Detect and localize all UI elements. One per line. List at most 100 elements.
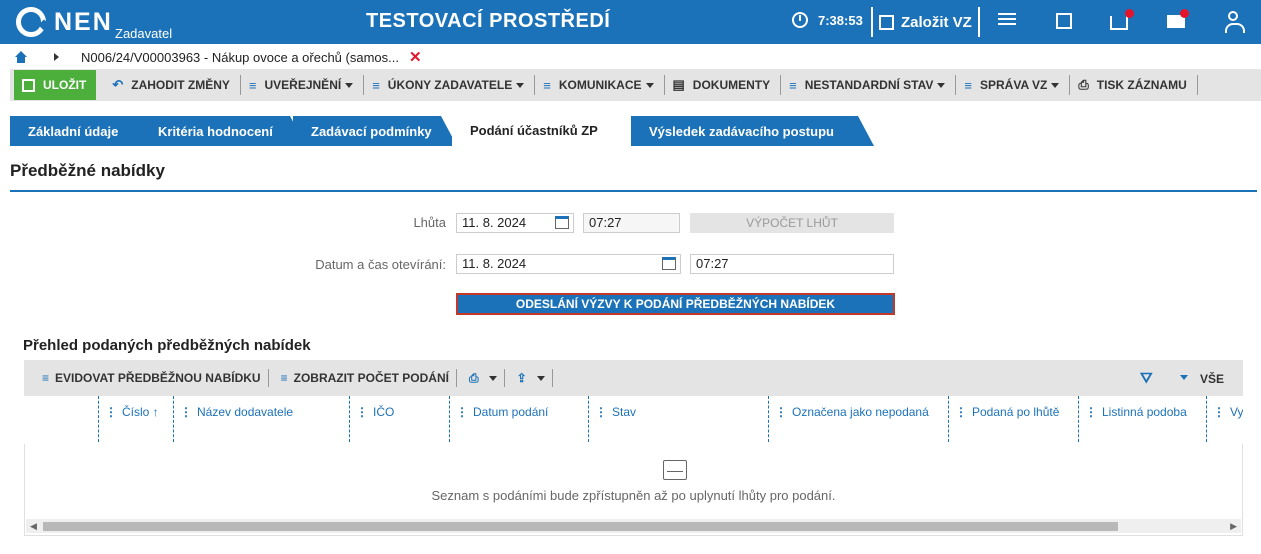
scroll-right-icon[interactable]: ▶: [1230, 521, 1237, 532]
top-bar: NEN Zadavatel TESTOVACÍ PROSTŘEDÍ 7:38:5…: [0, 0, 1261, 44]
actions-menu[interactable]: ≡ ÚKONY ZADAVATELE: [364, 75, 536, 95]
opening-time-field[interactable]: 07:27: [690, 254, 894, 274]
caret-down-icon: [488, 375, 497, 381]
printer-icon: ⎙: [468, 370, 479, 385]
deadline-label: Lhůta: [413, 215, 446, 230]
export-menu[interactable]: ⇪: [505, 369, 553, 387]
session-clock: 7:38:53: [792, 12, 863, 28]
column-header-late[interactable]: ⋮ Podaná po lhůtě: [948, 396, 1078, 442]
print-record-button[interactable]: ⎙ TISK ZÁZNAMU: [1070, 75, 1198, 95]
export-icon: ⇪: [516, 371, 527, 385]
actions-label: ÚKONY ZADAVATELE: [387, 78, 513, 92]
clock-icon: [792, 12, 808, 28]
breadcrumb-item[interactable]: N006/24/V00003963 - Nákup ovoce a ořechů…: [81, 50, 399, 65]
list-icon: ≡: [964, 77, 972, 93]
caret-down-icon[interactable]: [1180, 375, 1188, 380]
column-label: IČO: [373, 405, 395, 419]
column-header-ico[interactable]: ⋮ IČO: [349, 396, 449, 442]
column-label: Označena jako nepodaná: [792, 405, 929, 419]
print-menu[interactable]: ⎙: [457, 369, 505, 387]
clock-time: 7:38:53: [818, 12, 863, 28]
calendar-icon[interactable]: [555, 216, 569, 229]
filter-all-label[interactable]: VŠE: [1200, 372, 1224, 386]
opening-label: Datum a čas otevírání:: [315, 257, 446, 272]
calendar-icon[interactable]: [662, 257, 676, 270]
document-icon: ▤: [672, 77, 685, 92]
show-count-button[interactable]: ≡ ZOBRAZIT POČET PODÁNÍ: [269, 369, 457, 387]
logo-ring-icon: [16, 7, 46, 37]
home-icon[interactable]: [15, 51, 27, 63]
column-label: Stav: [612, 405, 637, 419]
calculate-deadlines-button[interactable]: VÝPOČET LHŮT: [690, 213, 894, 233]
column-header-not-submitted[interactable]: ⋮ Označena jako nepodaná: [768, 396, 948, 442]
filter-icon[interactable]: ⛛: [1140, 370, 1153, 387]
scroll-left-icon[interactable]: ◀: [30, 521, 37, 532]
column-label: Podaná po lhůtě: [972, 405, 1060, 419]
section-title: Předběžné nabídky: [10, 161, 165, 180]
printer-icon: ⎙: [1078, 77, 1089, 92]
opening-date-field[interactable]: 11. 8. 2024: [456, 254, 681, 274]
publish-menu[interactable]: ≡ UVEŘEJNĚNÍ: [241, 75, 365, 95]
calculator-icon[interactable]: [1053, 10, 1075, 32]
list-icon: ≡: [42, 371, 50, 385]
tab-participant-submissions[interactable]: Podání účastníků ZP: [452, 114, 640, 146]
column-label: Číslo ↑: [122, 405, 159, 419]
list-icon: ≡: [280, 371, 288, 385]
logo-text: NEN: [54, 7, 113, 36]
column-header-number[interactable]: ⋮ Číslo ↑: [98, 396, 173, 442]
chevron-right-icon: [54, 53, 59, 61]
main-toolbar: ULOŽIT ↶ ZAHODIT ZMĚNY ≡ UVEŘEJNĚNÍ ≡ ÚK…: [10, 69, 1261, 101]
admin-label: SPRÁVA VZ: [980, 78, 1048, 92]
column-header-status[interactable]: ⋮ Stav: [588, 396, 768, 442]
admin-menu[interactable]: ≡ SPRÁVA VZ: [956, 75, 1071, 95]
caret-down-icon: [516, 82, 525, 88]
discard-label: ZAHODIT ZMĚNY: [131, 78, 230, 92]
environment-title: TESTOVACÍ PROSTŘEDÍ: [366, 10, 611, 32]
scroll-thumb[interactable]: [43, 522, 1118, 531]
publish-label: UVEŘEJNĚNÍ: [264, 78, 342, 92]
create-tender-button[interactable]: Založit VZ: [871, 7, 980, 37]
send-preliminary-invitation-button[interactable]: ODESLÁNÍ VÝZVY K PODÁNÍ PŘEDBĚŽNÝCH NABÍ…: [456, 293, 895, 315]
edit-icon: [879, 14, 894, 30]
list-icon: ≡: [543, 77, 551, 93]
show-count-label: ZOBRAZIT POČET PODÁNÍ: [293, 371, 449, 385]
list-icon: ≡: [248, 77, 257, 93]
list-icon: ≡: [372, 77, 380, 93]
undo-icon: ↶: [112, 77, 124, 92]
breadcrumb: N006/24/V00003963 - Nákup ovoce a ořechů…: [0, 44, 1261, 70]
column-header-paper[interactable]: ⋮ Listinná podoba: [1078, 396, 1206, 442]
documents-button[interactable]: ▤ DOKUMENTY: [665, 75, 782, 95]
list-icon: ≡: [789, 77, 797, 93]
nonstandard-label: NESTANDARDNÍ STAV: [804, 78, 934, 92]
documents-label: DOKUMENTY: [692, 78, 771, 92]
mail-notification-dot: [1180, 9, 1189, 18]
tab-basic-info[interactable]: Základní údaje: [10, 116, 156, 146]
nonstandard-state-menu[interactable]: ≡ NESTANDARDNÍ STAV: [781, 75, 957, 95]
user-icon[interactable]: [1222, 10, 1245, 33]
column-header-supplier[interactable]: ⋮ Název dodavatele: [173, 396, 349, 442]
save-icon: [22, 78, 35, 92]
tab-tender-conditions[interactable]: Zadávací podmínky: [293, 116, 457, 146]
tab-procedure-result[interactable]: Výsledek zadávacího postupu: [631, 116, 874, 146]
section-divider: [10, 190, 1257, 192]
column-header-date[interactable]: ⋮ Datum podání: [449, 396, 588, 442]
deadline-time-field[interactable]: 07:27: [583, 213, 680, 233]
tab-bar: Základní údaje Kritéria hodnocení Zadáva…: [0, 112, 1261, 146]
inbox-notification-dot: [1125, 9, 1134, 18]
caret-down-icon: [937, 82, 946, 88]
horizontal-scrollbar[interactable]: ◀ ▶: [26, 519, 1241, 533]
discard-changes-button[interactable]: ↶ ZAHODIT ZMĚNY: [104, 75, 241, 95]
menu-icon[interactable]: [996, 10, 1018, 32]
tab-evaluation-criteria[interactable]: Kritéria hodnocení: [140, 116, 306, 146]
column-header-more[interactable]: ⋮Vy sl: [1206, 396, 1243, 442]
caret-down-icon: [345, 82, 354, 88]
caret-down-icon: [645, 82, 654, 88]
column-label: Listinná podoba: [1102, 405, 1187, 419]
nen-logo[interactable]: NEN: [16, 5, 113, 39]
communication-label: KOMUNIKACE: [558, 78, 642, 92]
logo-subtitle: Zadavatel: [115, 26, 173, 41]
communication-menu[interactable]: ≡ KOMUNIKACE: [535, 75, 665, 95]
save-button[interactable]: ULOŽIT: [14, 70, 97, 100]
register-offer-button[interactable]: ≡ EVIDOVAT PŘEDBĚŽNOU NABÍDKU: [24, 369, 269, 387]
close-icon[interactable]: ✕: [409, 48, 422, 66]
